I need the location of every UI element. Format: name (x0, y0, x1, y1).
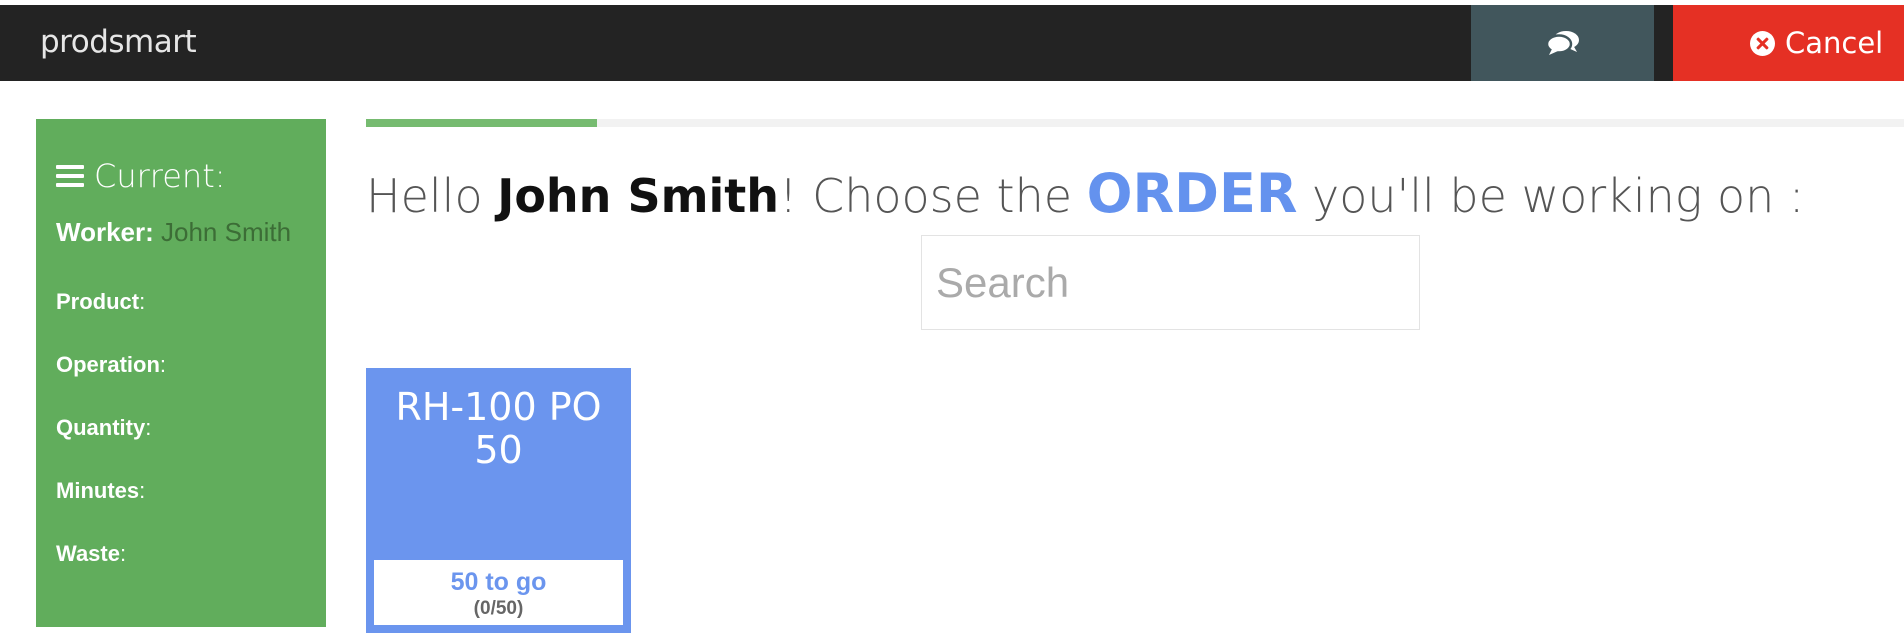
comments-icon (1545, 31, 1579, 55)
order-card[interactable]: RH-100 PO 50 50 to go (0/50) (366, 368, 631, 633)
user-name: John Smith (497, 169, 780, 223)
order-count: (0/50) (473, 598, 524, 619)
operation-label: Operation (56, 352, 160, 377)
brand-logo: prodsmart (40, 24, 197, 60)
times-circle-icon (1750, 30, 1775, 56)
worker-value: John Smith (161, 217, 292, 247)
waste-label: Waste (56, 541, 120, 566)
greeting-suffix: you'll be working on : (1297, 169, 1805, 223)
cancel-button[interactable]: Cancel (1673, 5, 1904, 81)
chat-button[interactable] (1471, 5, 1654, 81)
product-label: Product (56, 289, 140, 314)
order-title-line1: RH-100 PO (395, 385, 602, 429)
quantity-label: Quantity (56, 415, 146, 440)
current-status-panel: Current: Worker: John Smith Product: Ope… (36, 119, 326, 627)
current-title-text: Current: (94, 157, 226, 195)
operation-field: Operation: (56, 352, 306, 378)
quantity-field: Quantity: (56, 415, 306, 441)
bars-icon (56, 165, 84, 187)
minutes-colon: : (139, 478, 146, 503)
waste-colon: : (119, 541, 127, 566)
greeting-prefix: Hello (366, 169, 498, 223)
current-heading: Current: (56, 157, 306, 195)
order-progress-box: 50 to go (0/50) (374, 560, 623, 625)
minutes-field: Minutes: (56, 478, 306, 504)
progress-bar (366, 119, 1904, 127)
waste-field: Waste: (56, 541, 306, 567)
worker-label: Worker: (56, 217, 154, 247)
search-input[interactable] (921, 235, 1420, 330)
order-word: ORDER (1086, 162, 1298, 225)
minutes-label: Minutes (56, 478, 140, 503)
quantity-colon: : (145, 415, 152, 440)
greeting-mid: ! Choose the (779, 169, 1087, 223)
operation-colon: : (159, 352, 167, 377)
worker-info: Worker: John Smith (56, 213, 306, 251)
order-title: RH-100 PO 50 (366, 386, 631, 472)
order-title-line2: 50 (474, 428, 523, 472)
product-field: Product: (56, 289, 306, 315)
top-navbar: prodsmart Cancel (0, 5, 1904, 81)
page-title: Hello John Smith! Choose the ORDER you'l… (366, 162, 1804, 225)
progress-fill (366, 119, 597, 127)
cancel-button-label: Cancel (1785, 26, 1884, 60)
product-colon: : (139, 289, 146, 314)
order-remaining: 50 to go (450, 568, 547, 596)
